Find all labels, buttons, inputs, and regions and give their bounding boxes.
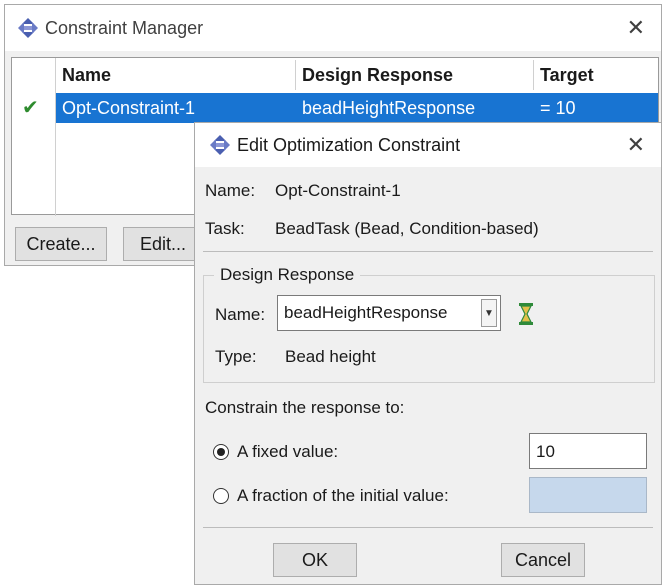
column-header-name[interactable]: Name	[56, 60, 296, 90]
divider	[203, 527, 653, 528]
fraction-radio[interactable]	[213, 488, 229, 504]
app-icon	[18, 18, 38, 38]
edit-constraint-title: Edit Optimization Constraint	[237, 134, 461, 155]
fraction-label[interactable]: A fraction of the initial value:	[237, 486, 449, 506]
constraint-manager-title: Constraint Manager	[45, 17, 204, 38]
design-response-select[interactable]: beadHeightResponse ▼	[277, 295, 501, 331]
response-type-value: Bead height	[285, 347, 376, 366]
constrain-label: Constrain the response to:	[205, 398, 405, 417]
radio-selected-dot	[217, 448, 225, 456]
ok-button[interactable]: OK	[273, 543, 357, 577]
divider	[203, 251, 653, 252]
hourglass-icon[interactable]	[517, 302, 535, 326]
column-header-design-response[interactable]: Design Response	[296, 60, 534, 90]
name-value: Opt-Constraint-1	[275, 181, 401, 200]
fixed-value-input[interactable]: 10	[529, 433, 647, 469]
status-column	[12, 58, 56, 216]
fixed-value-text: 10	[536, 442, 555, 461]
cancel-button[interactable]: Cancel	[501, 543, 585, 577]
design-response-selected: beadHeightResponse	[284, 303, 448, 322]
chevron-down-icon[interactable]: ▼	[481, 299, 497, 327]
close-icon[interactable]: ✕	[627, 17, 645, 39]
response-type-label: Type:	[215, 347, 257, 366]
app-icon	[210, 135, 230, 155]
close-icon[interactable]: ✕	[627, 134, 645, 156]
constraint-manager-titlebar[interactable]: Constraint Manager	[5, 5, 661, 51]
check-icon: ✔	[22, 97, 39, 119]
name-label: Name:	[205, 181, 256, 200]
column-header-target[interactable]: Target	[534, 60, 658, 90]
task-label: Task:	[205, 219, 245, 238]
task-value: BeadTask (Bead, Condition-based)	[275, 219, 539, 238]
edit-constraint-titlebar[interactable]: Edit Optimization Constraint	[195, 123, 661, 167]
fixed-value-label[interactable]: A fixed value:	[237, 442, 338, 462]
fixed-value-radio[interactable]	[213, 444, 229, 460]
row-design-response[interactable]: beadHeightResponse	[296, 93, 475, 123]
create-button[interactable]: Create...	[15, 227, 107, 261]
fraction-input	[529, 477, 647, 513]
row-name[interactable]: Opt-Constraint-1	[56, 93, 195, 123]
edit-button[interactable]: Edit...	[123, 227, 203, 261]
response-name-label: Name:	[215, 305, 266, 324]
edit-constraint-dialog: Edit Optimization Constraint ✕ Name: Opt…	[194, 122, 662, 585]
design-response-group-title: Design Response	[214, 265, 361, 285]
row-target[interactable]: = 10	[534, 93, 576, 123]
